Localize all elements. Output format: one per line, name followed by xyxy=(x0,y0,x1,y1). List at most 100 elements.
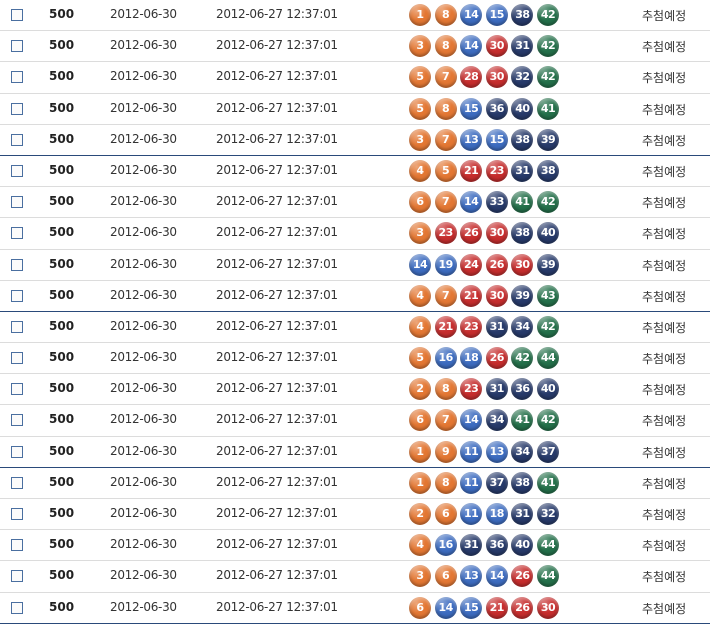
draw-status: 추첨예정 xyxy=(642,40,687,55)
lotto-ball: 14 xyxy=(460,35,483,58)
lotto-ball: 14 xyxy=(460,191,483,214)
row-checkbox[interactable] xyxy=(11,601,23,614)
lotto-ball: 6 xyxy=(409,191,431,214)
lotto-ball: 39 xyxy=(537,253,559,276)
lotto-ball: 4 xyxy=(409,159,431,182)
lotto-ball: 23 xyxy=(460,378,483,401)
draw-status: 추첨예정 xyxy=(642,258,687,273)
lotto-ball: 2 xyxy=(409,378,431,401)
lotto-ball: 8 xyxy=(434,378,457,401)
lotto-ball: 40 xyxy=(537,378,559,401)
draw-status: 추첨예정 xyxy=(642,508,687,522)
lotto-ball: 40 xyxy=(511,97,534,120)
row-checkbox[interactable] xyxy=(11,352,23,365)
round-number: 500 xyxy=(49,506,75,520)
row-checkbox[interactable] xyxy=(11,227,23,240)
lotto-ball: 26 xyxy=(511,596,534,619)
lotto-ball: 38 xyxy=(511,471,534,494)
lotto-ball: 28 xyxy=(460,66,483,89)
draw-status: 추첨예정 xyxy=(642,414,687,429)
table-row: 500 2012-06-30 2012-06-27 12:37:01 6 14 15 21 2… xyxy=(0,593,710,624)
row-checkbox[interactable] xyxy=(11,476,23,489)
lotto-ball: 3 xyxy=(409,565,431,588)
row-checkbox[interactable] xyxy=(11,539,23,552)
lotto-ball: 8 xyxy=(434,97,457,120)
row-checkbox[interactable] xyxy=(11,258,23,271)
purchase-datetime: 2012-06-27 12:37:01 xyxy=(216,38,338,53)
row-checkbox[interactable] xyxy=(11,508,23,520)
lotto-ball: 11 xyxy=(460,471,483,494)
round-number: 500 xyxy=(49,38,75,53)
lotto-ball: 36 xyxy=(511,378,534,401)
row-checkbox[interactable] xyxy=(11,71,23,84)
draw-date: 2012-06-30 xyxy=(110,350,177,365)
draw-date: 2012-06-30 xyxy=(110,318,177,333)
lotto-ball: 42 xyxy=(537,4,559,26)
lotto-ball: 39 xyxy=(537,128,559,151)
purchase-datetime: 2012-06-27 12:37:01 xyxy=(216,412,338,427)
draw-date: 2012-06-30 xyxy=(110,599,177,614)
lotto-ball: 37 xyxy=(485,471,508,494)
purchase-datetime: 2012-06-27 12:37:01 xyxy=(216,350,338,365)
lotto-ball: 36 xyxy=(485,97,508,120)
draw-status: 추첨예정 xyxy=(642,227,687,242)
lotto-ball: 1 xyxy=(409,440,431,463)
lotto-ball: 31 xyxy=(485,378,508,401)
lotto-ball: 3 xyxy=(409,128,431,151)
lotto-ball: 32 xyxy=(537,503,559,525)
table-row: 500 2012-06-30 2012-06-27 12:37:01 4 5 21 23 31… xyxy=(0,156,710,188)
lotto-ball: 14 xyxy=(434,596,457,619)
table-row: 500 2012-06-30 2012-06-27 12:37:01 4 7 21 30 39… xyxy=(0,281,710,312)
row-checkbox[interactable] xyxy=(11,102,23,115)
lotto-ball: 41 xyxy=(537,97,559,120)
draw-status: 추첨예정 xyxy=(642,133,687,148)
lotto-ball: 26 xyxy=(460,222,483,245)
round-number: 500 xyxy=(49,225,75,240)
lotto-ball: 34 xyxy=(511,440,534,463)
purchase-datetime: 2012-06-27 12:37:01 xyxy=(216,256,338,271)
row-checkbox[interactable] xyxy=(11,320,23,333)
round-number: 500 xyxy=(49,100,75,115)
draw-date: 2012-06-30 xyxy=(110,100,177,115)
lotto-ball: 15 xyxy=(460,97,483,120)
row-checkbox[interactable] xyxy=(11,40,23,53)
row-checkbox[interactable] xyxy=(11,9,23,21)
draw-status: 추첨예정 xyxy=(642,9,687,23)
lotto-ball: 40 xyxy=(511,534,534,557)
draw-status: 추첨예정 xyxy=(642,445,687,460)
row-checkbox[interactable] xyxy=(11,289,23,302)
draw-date: 2012-06-30 xyxy=(110,7,177,21)
draw-status: 추첨예정 xyxy=(642,601,687,616)
row-checkbox[interactable] xyxy=(11,196,23,209)
lotto-ball: 5 xyxy=(409,66,431,89)
lotto-ball: 24 xyxy=(460,253,483,276)
lotto-ball: 43 xyxy=(537,284,559,307)
row-checkbox[interactable] xyxy=(11,133,23,146)
lotto-ball: 6 xyxy=(434,503,457,525)
table-row: 500 2012-06-30 2012-06-27 12:37:01 6 7 14 34 41… xyxy=(0,405,710,437)
lotto-ball: 8 xyxy=(434,471,457,494)
draw-date: 2012-06-30 xyxy=(110,225,177,240)
draw-status: 추첨예정 xyxy=(642,383,687,398)
lotto-ball: 3 xyxy=(409,222,431,245)
lotto-ball: 5 xyxy=(409,97,431,120)
purchase-datetime: 2012-06-27 12:37:01 xyxy=(216,7,338,21)
table-row: 500 2012-06-30 2012-06-27 12:37:01 4 21 23 31 3… xyxy=(0,312,710,344)
row-checkbox[interactable] xyxy=(11,164,23,177)
purchase-datetime: 2012-06-27 12:37:01 xyxy=(216,100,338,115)
row-checkbox[interactable] xyxy=(11,414,23,427)
row-checkbox[interactable] xyxy=(11,445,23,458)
lotto-ball: 15 xyxy=(485,128,508,151)
lotto-ball: 44 xyxy=(537,347,559,370)
row-checkbox[interactable] xyxy=(11,383,23,396)
table-row: 500 2012-06-30 2012-06-27 12:37:01 5 7 28 30 32… xyxy=(0,62,710,94)
table-row: 500 2012-06-30 2012-06-27 12:37:01 6 7 14 33 41… xyxy=(0,187,710,219)
round-number: 500 xyxy=(49,381,75,396)
lotto-ball: 4 xyxy=(409,284,431,307)
row-checkbox[interactable] xyxy=(11,570,23,583)
purchase-datetime: 2012-06-27 12:37:01 xyxy=(216,131,338,146)
ticket-list: 500 2012-06-30 2012-06-27 12:37:01 1 8 14 15 38… xyxy=(0,0,710,624)
lotto-ball: 26 xyxy=(485,347,508,370)
purchase-datetime: 2012-06-27 12:37:01 xyxy=(216,474,338,489)
table-row: 500 2012-06-30 2012-06-27 12:37:01 1 8 11 37 38… xyxy=(0,468,710,499)
